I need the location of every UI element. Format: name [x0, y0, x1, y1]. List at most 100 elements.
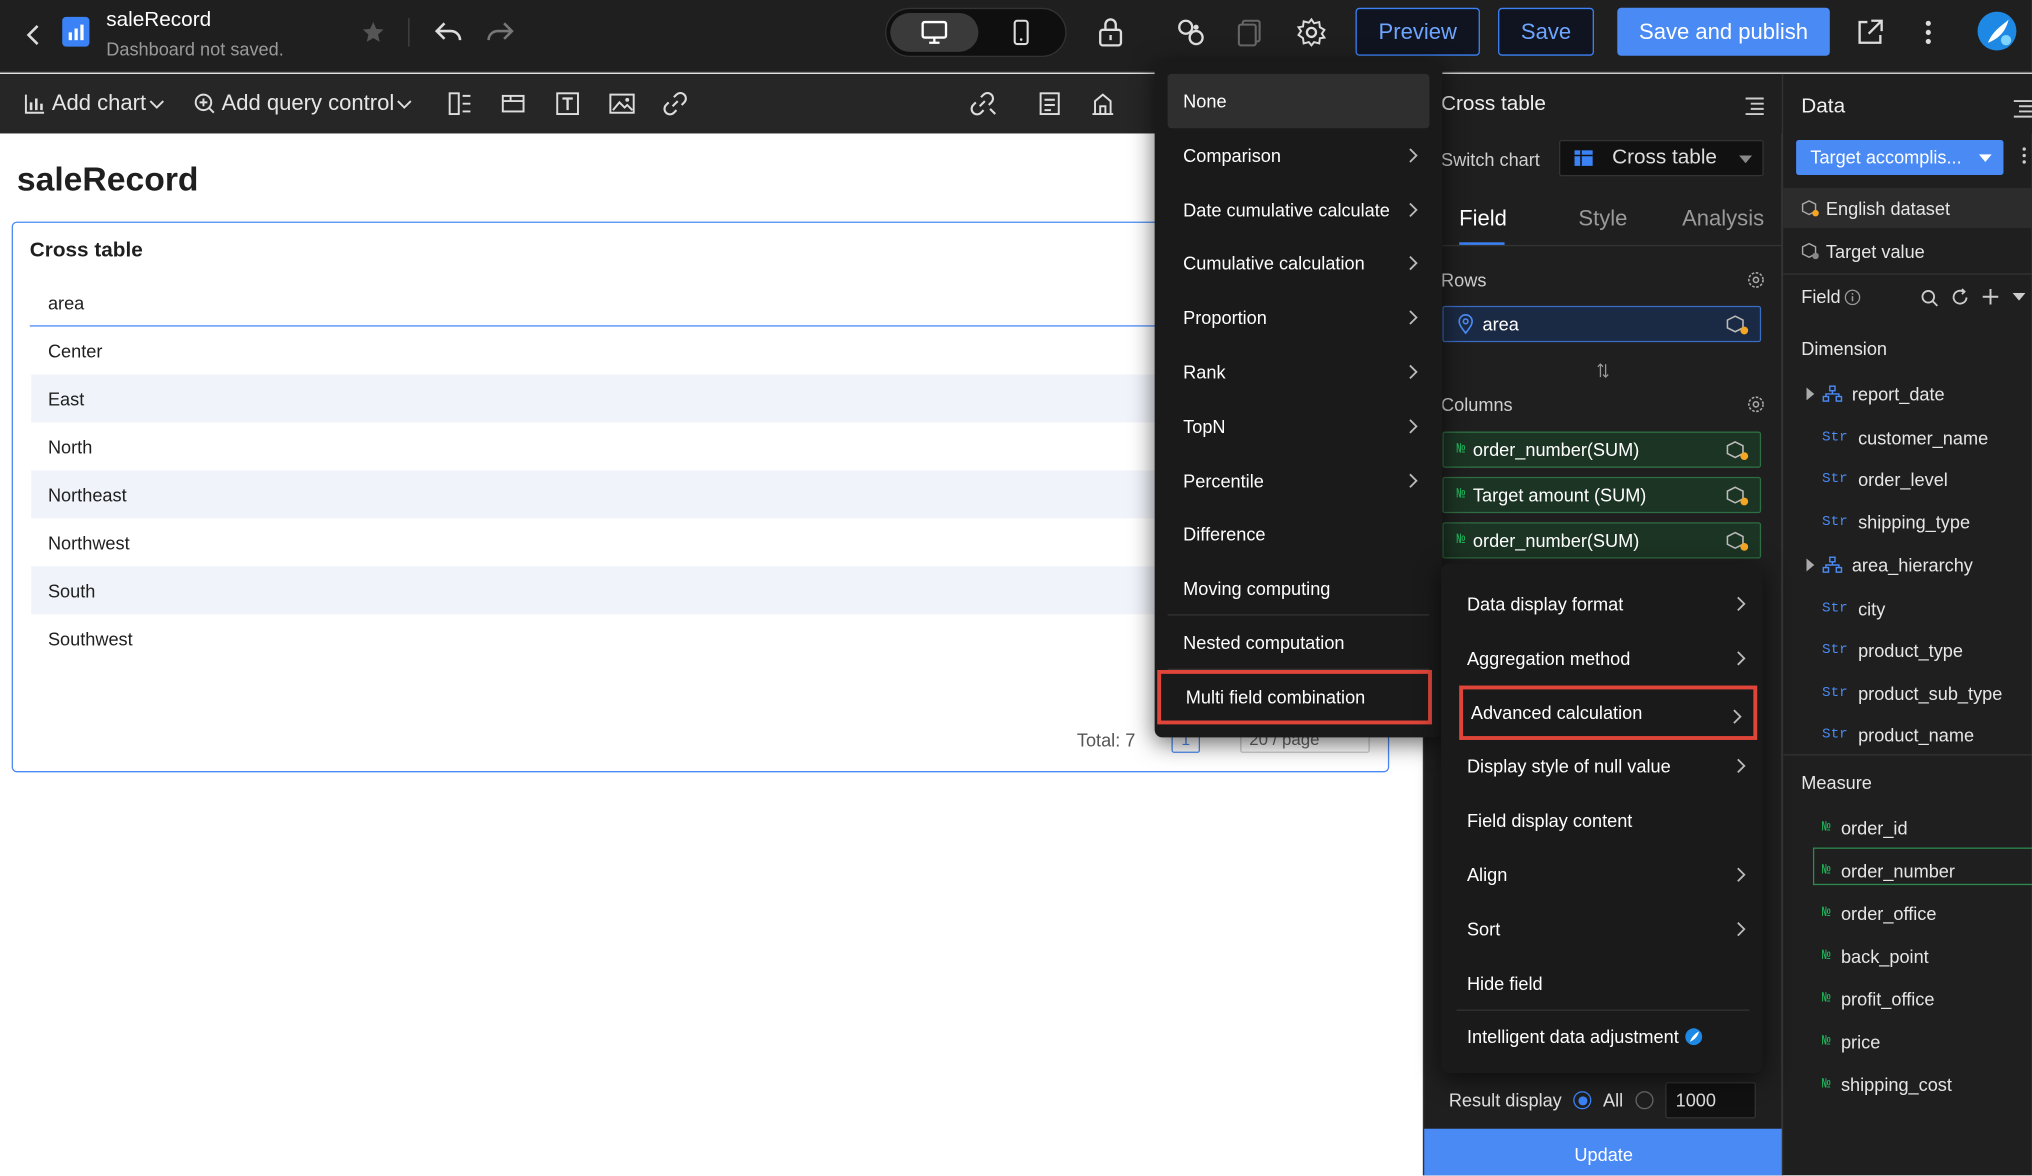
result-limit-radio[interactable] [1635, 1091, 1654, 1110]
more-vertical-icon[interactable] [1923, 17, 1933, 48]
column-header-area[interactable]: area [48, 293, 84, 314]
dataset-item-target[interactable]: Target value [1801, 241, 1925, 262]
copy-icon[interactable] [1236, 17, 1265, 48]
dimension-field[interactable]: Str customer_name [1822, 425, 1988, 451]
tab-analysis[interactable]: Analysis [1682, 206, 1764, 232]
string-type-icon: Str [1822, 685, 1848, 702]
mobile-view-button[interactable] [978, 13, 1064, 52]
redo-icon[interactable] [485, 18, 516, 47]
add-chart-button[interactable]: Add chart [23, 91, 164, 117]
field-menu-item[interactable]: Display style of null value [1451, 739, 1757, 793]
undo-icon[interactable] [433, 18, 464, 47]
calc-menu-item[interactable]: Nested computation [1168, 616, 1430, 670]
calc-menu-item[interactable]: Difference [1168, 507, 1430, 561]
dimension-field[interactable]: Str shipping_type [1822, 509, 1970, 535]
layout-icon[interactable] [447, 91, 473, 117]
dataset-more-icon[interactable] [2022, 145, 2027, 166]
measure-field[interactable]: № back_point [1822, 943, 1929, 969]
image-icon[interactable] [608, 91, 637, 117]
desktop-view-button[interactable] [890, 12, 979, 52]
tab-style[interactable]: Style [1578, 206, 1627, 232]
building-icon[interactable] [1090, 91, 1116, 117]
refresh-icon[interactable] [1950, 288, 1969, 307]
tab-field[interactable]: Field [1459, 206, 1507, 232]
field-menu-item[interactable]: Advanced calculation [1459, 685, 1758, 740]
column-field-pill[interactable]: № order_number(SUM) [1442, 522, 1762, 559]
add-query-control-button[interactable]: Add query control [193, 91, 412, 117]
field-caret-icon[interactable] [2012, 292, 2026, 301]
calc-menu-item[interactable]: Rank [1168, 345, 1430, 399]
report-icon[interactable] [1037, 91, 1063, 117]
result-all-radio[interactable] [1573, 1091, 1592, 1110]
measure-field[interactable]: № price [1822, 1029, 1880, 1055]
calc-menu-item[interactable]: Date cumulative calculate [1168, 182, 1430, 236]
dimension-field[interactable]: Str product_sub_type [1822, 680, 2002, 706]
dimension-field[interactable]: Str city [1822, 596, 1885, 622]
linkage-icon[interactable] [969, 91, 998, 117]
columns-settings-icon[interactable] [1747, 395, 1765, 413]
calc-menu-item[interactable]: Percentile [1168, 453, 1430, 507]
measure-field[interactable]: № profit_office [1822, 986, 1934, 1012]
rows-settings-icon[interactable] [1747, 271, 1765, 289]
tab-field-label: Field [1459, 206, 1507, 231]
dimension-field[interactable]: Str product_type [1822, 638, 1963, 664]
update-button[interactable]: Update [1424, 1128, 1784, 1176]
field-menu-item[interactable]: Sort [1451, 902, 1757, 956]
theme-icon[interactable] [1175, 17, 1206, 48]
preview-button[interactable]: Preview [1355, 7, 1480, 56]
collapse-panel-icon[interactable] [1743, 96, 1766, 117]
field-menu-item[interactable]: Align [1451, 848, 1757, 902]
field-menu-item[interactable]: Aggregation method [1451, 631, 1757, 685]
expand-caret-icon[interactable] [1806, 558, 1815, 572]
save-and-publish-button[interactable]: Save and publish [1617, 7, 1830, 56]
dimension-field[interactable]: Str product_name [1822, 722, 1974, 748]
field-menu-item[interactable]: Field display content [1451, 793, 1757, 847]
add-field-icon[interactable] [1981, 288, 1999, 306]
star-icon[interactable] [360, 19, 386, 45]
dimension-field[interactable]: Str order_level [1822, 467, 1948, 493]
column-field-pill[interactable]: № order_number(SUM) [1442, 431, 1762, 468]
collapse-data-icon[interactable] [2011, 98, 2032, 119]
panel-title: Cross table [1441, 93, 1546, 116]
measure-field[interactable]: № order_number [1822, 858, 1955, 884]
dashboard-title[interactable]: saleRecord [106, 9, 211, 32]
tab-container-icon[interactable] [500, 91, 526, 117]
chart-type-select[interactable]: Cross table [1558, 139, 1764, 177]
calc-menu-item[interactable]: Multi field combination [1157, 669, 1432, 725]
column-field-pill[interactable]: № Target amount (SUM) [1442, 476, 1762, 514]
chevron-right-icon [1409, 399, 1419, 453]
data-panel: Data Target accomplis... English dataset… [1781, 73, 2032, 1176]
save-button[interactable]: Save [1498, 7, 1594, 56]
swap-icon[interactable] [1597, 363, 1610, 379]
field-menu-item[interactable]: Data display format [1451, 577, 1757, 631]
calc-menu-item[interactable]: Proportion [1168, 291, 1430, 345]
link-icon[interactable] [662, 91, 688, 117]
calc-menu-item[interactable]: Comparison [1168, 128, 1430, 182]
calc-menu-item[interactable]: None [1167, 73, 1430, 129]
dataset-select[interactable]: Target accomplis... [1796, 139, 2004, 175]
measure-field[interactable]: № shipping_cost [1822, 1072, 1952, 1098]
column-field-label: order_number(SUM) [1472, 530, 1640, 551]
search-icon[interactable] [1921, 289, 1939, 307]
dimension-field[interactable]: area_hierarchy [1806, 552, 1973, 578]
calc-menu-item[interactable]: TopN [1168, 399, 1430, 453]
calc-menu-item[interactable]: Moving computing [1168, 561, 1430, 615]
back-icon[interactable] [21, 19, 47, 50]
result-limit-input[interactable]: 1000 [1665, 1082, 1756, 1119]
measure-field[interactable]: № order_office [1822, 901, 1936, 927]
dataset-item-english[interactable]: English dataset [1801, 198, 1950, 219]
settings-gear-icon[interactable] [1296, 17, 1327, 48]
row-field-area[interactable]: area [1442, 305, 1762, 343]
measure-field[interactable]: № order_id [1822, 815, 1908, 841]
lock-icon[interactable] [1096, 17, 1125, 48]
calc-menu-item[interactable]: Cumulative calculation [1168, 236, 1430, 290]
dataset-divider [1783, 273, 2032, 275]
dimension-field[interactable]: report_date [1806, 381, 1945, 407]
field-menu-item[interactable]: Intelligent data adjustment [1451, 1010, 1757, 1064]
avatar[interactable] [1977, 11, 2017, 51]
field-menu-item[interactable]: Hide field [1451, 956, 1757, 1010]
text-icon[interactable] [555, 91, 581, 117]
external-link-icon[interactable] [1854, 17, 1885, 48]
expand-caret-icon[interactable] [1806, 387, 1815, 401]
measure-name: price [1840, 1031, 1881, 1053]
